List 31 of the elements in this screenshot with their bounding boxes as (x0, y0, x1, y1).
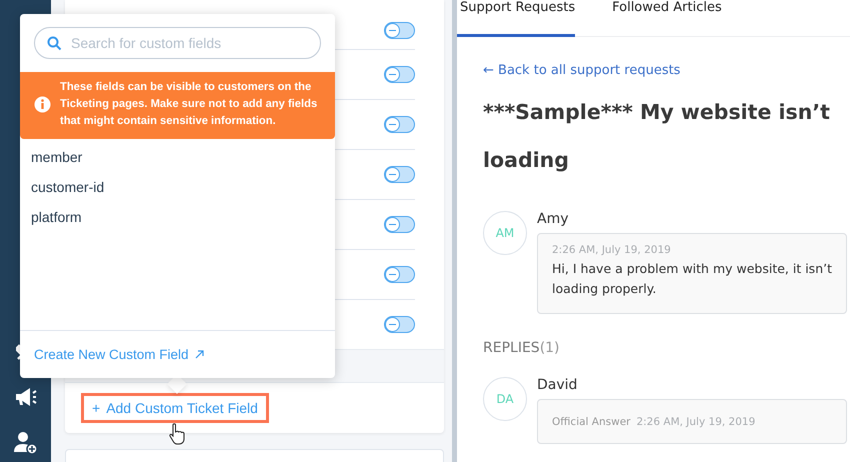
megaphone-icon[interactable] (14, 387, 36, 407)
toggle-switch[interactable] (384, 166, 415, 183)
warning-text: These fields can be visible to customers on the Ticketing pages. Make sure not to add any fields that might contain sensitive information. (60, 80, 318, 129)
avatar: AM (483, 211, 527, 255)
back-link[interactable]: ← Back to all support requests (483, 63, 680, 78)
tab[interactable]: Followed Articles (609, 0, 722, 37)
field-option[interactable]: customer-id (20, 172, 335, 202)
external-link-icon (194, 350, 204, 359)
info-icon (34, 96, 51, 113)
toggle-switch[interactable] (384, 216, 415, 233)
toggle-switch[interactable] (384, 116, 415, 133)
official-answer-label: Official Answer (552, 416, 630, 428)
add-user-icon[interactable] (14, 431, 38, 455)
field-option[interactable]: platform (20, 202, 335, 232)
message-text: Hi, I have a problem with my website, it isn’t loading properly. (552, 260, 832, 298)
search-field[interactable]: Search for custom fields (34, 27, 321, 59)
replies-heading: REPLIES (483, 340, 540, 356)
message-time: 2:26 AM, July 19, 2019 (636, 416, 756, 428)
author-name: Amy (537, 211, 570, 227)
tab[interactable]: Support Requests (457, 0, 576, 37)
replies-count: (1) (540, 340, 560, 356)
toggle-switch[interactable] (384, 266, 415, 283)
ticket-title: ***Sample*** My website isn’t loading (483, 99, 831, 174)
toggle-switch[interactable] (384, 66, 415, 83)
author-name: David (537, 377, 578, 393)
message-time: 2:26 AM, July 19, 2019 (552, 244, 672, 256)
toggle-switch[interactable] (384, 22, 415, 39)
field-option[interactable]: member (20, 142, 335, 172)
search-icon (47, 36, 62, 51)
toggle-switch[interactable] (384, 316, 415, 333)
avatar: DA (483, 377, 527, 421)
